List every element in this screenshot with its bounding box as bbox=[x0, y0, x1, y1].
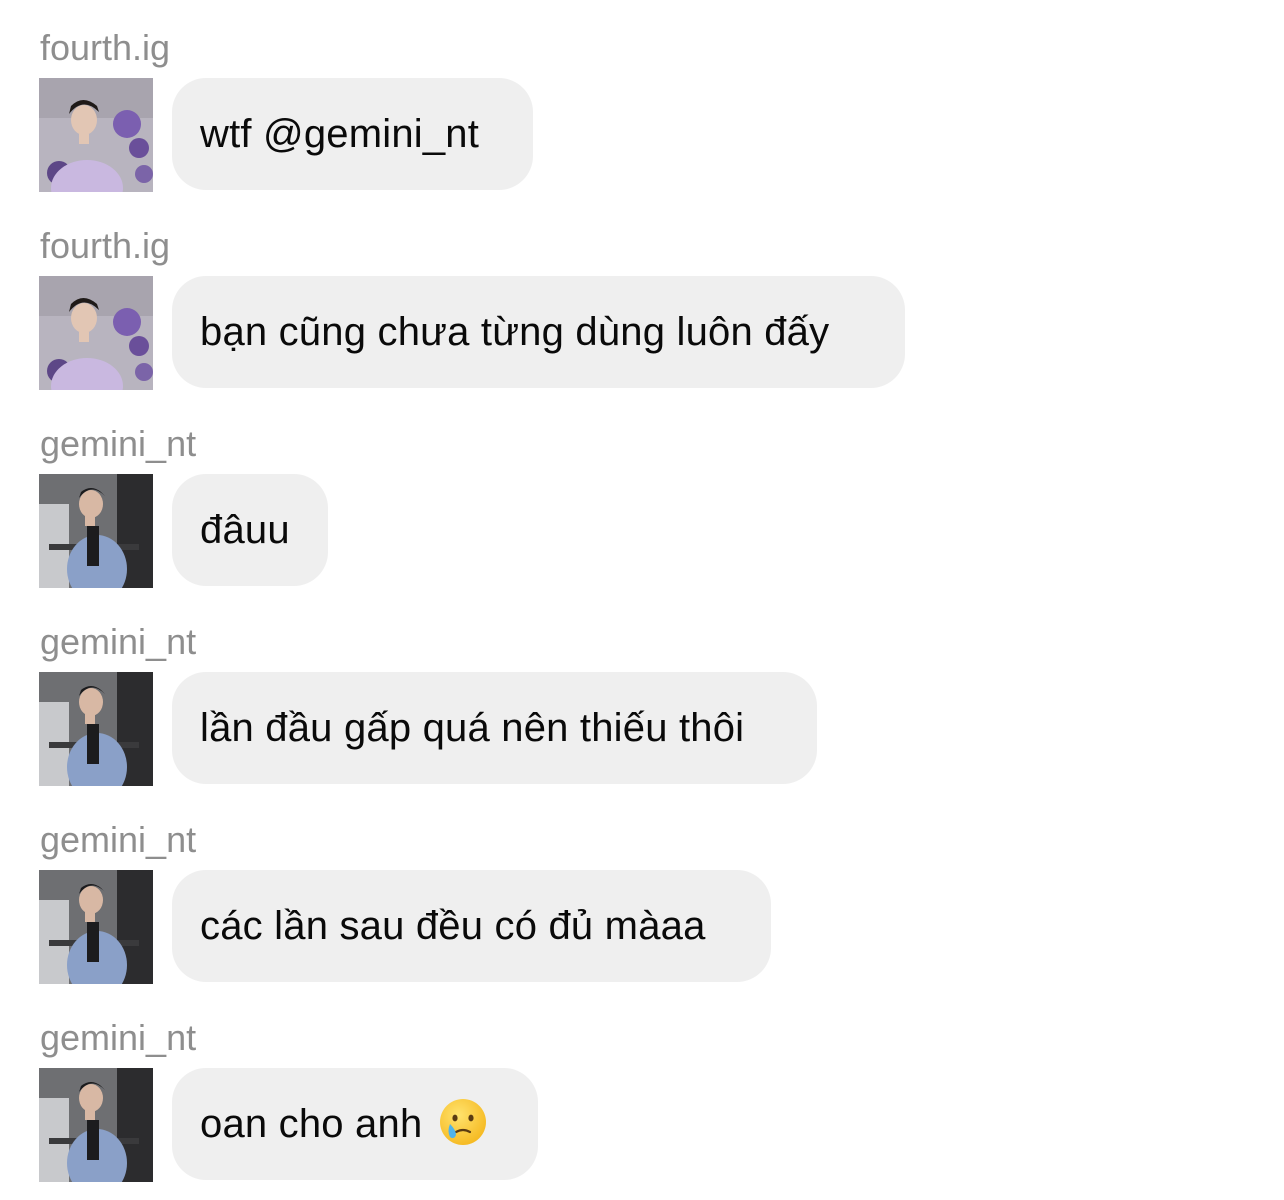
sender-name[interactable]: gemini_nt bbox=[40, 620, 196, 664]
message-text: đâuu bbox=[200, 507, 290, 552]
message-bubble[interactable]: đâuu bbox=[172, 474, 328, 586]
sender-name[interactable]: fourth.ig bbox=[40, 26, 170, 70]
crying-face-emoji bbox=[438, 1097, 488, 1152]
message-bubble[interactable]: bạn cũng chưa từng dùng luôn đấy bbox=[172, 276, 905, 388]
sender-name[interactable]: fourth.ig bbox=[40, 224, 170, 268]
gemini-avatar[interactable] bbox=[39, 870, 153, 984]
fourth-avatar[interactable] bbox=[39, 276, 153, 390]
message-text: oan cho anh bbox=[200, 1101, 423, 1146]
message-text: bạn cũng chưa từng dùng luôn đấy bbox=[200, 309, 830, 354]
message-bubble[interactable]: wtf @gemini_nt bbox=[172, 78, 533, 190]
sender-name[interactable]: gemini_nt bbox=[40, 422, 196, 466]
message-bubble[interactable]: oan cho anh bbox=[172, 1068, 538, 1180]
message-bubble[interactable]: lần đầu gấp quá nên thiếu thôi bbox=[172, 672, 817, 784]
gemini-avatar[interactable] bbox=[39, 1068, 153, 1182]
gemini-avatar[interactable] bbox=[39, 672, 153, 786]
message-text: các lần sau đều có đủ màaa bbox=[200, 903, 706, 948]
message-text: lần đầu gấp quá nên thiếu thôi bbox=[200, 705, 745, 750]
message-bubble[interactable]: các lần sau đều có đủ màaa bbox=[172, 870, 771, 982]
message-text: wtf @gemini_nt bbox=[200, 111, 480, 156]
gemini-avatar[interactable] bbox=[39, 474, 153, 588]
sender-name[interactable]: gemini_nt bbox=[40, 1016, 196, 1060]
fourth-avatar[interactable] bbox=[39, 78, 153, 192]
sender-name[interactable]: gemini_nt bbox=[40, 818, 196, 862]
